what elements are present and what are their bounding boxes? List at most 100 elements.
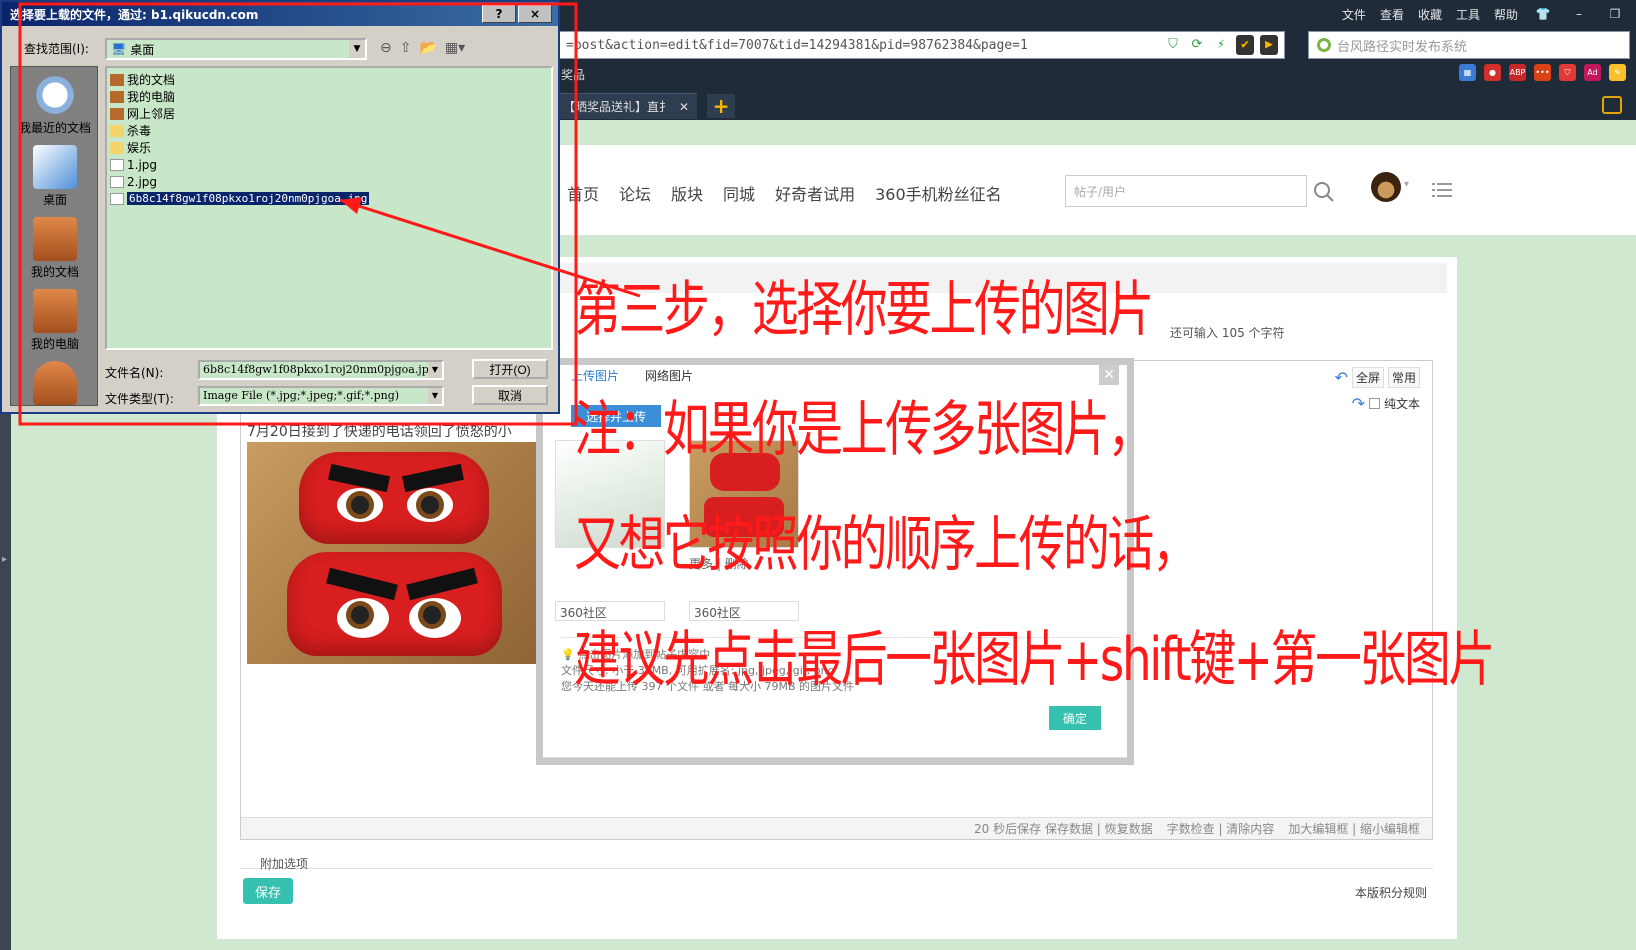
nav-forum[interactable]: 论坛: [619, 181, 651, 205]
filename-input[interactable]: 6b8c14f8gw1f08pkxo1roj20nm0pjgoa.jpg ▼: [198, 360, 444, 380]
file-item[interactable]: 2.jpg: [110, 173, 548, 190]
nav-home[interactable]: 首页: [567, 181, 599, 205]
list-menu-icon[interactable]: [1432, 182, 1452, 198]
filetype-select[interactable]: Image File (*.jpg;*.jpeg;*.gif;*.png) ▼: [198, 386, 444, 406]
place-label: 我最近的文档: [18, 121, 91, 135]
new-folder-icon[interactable]: 📂: [419, 40, 436, 56]
tab-web-image[interactable]: 网络图片: [645, 367, 693, 384]
resize-tools[interactable]: 加大编辑框 | 缩小编辑框: [1288, 820, 1420, 837]
address-bar[interactable]: =post&action=edit&fid=7007&tid=14294381&…: [555, 31, 1285, 59]
minimize-icon[interactable]: –: [1568, 7, 1590, 21]
place-network[interactable]: [11, 361, 97, 405]
place-computer[interactable]: 我的电脑: [11, 289, 97, 352]
skin-icon[interactable]: 👕: [1532, 7, 1554, 21]
menu-help[interactable]: 帮助: [1494, 6, 1518, 23]
folder-icon: [110, 90, 124, 103]
nav-naming[interactable]: 360手机粉丝征名: [875, 181, 1002, 205]
refresh-icon[interactable]: ⟳: [1188, 35, 1206, 55]
help-button[interactable]: ?: [482, 5, 516, 23]
up-folder-icon[interactable]: ⇧: [400, 40, 412, 56]
tab-list-icon[interactable]: [1602, 96, 1622, 114]
extra-options-link[interactable]: 附加选项: [260, 855, 308, 872]
more-icon[interactable]: •••: [1534, 64, 1551, 81]
save-button[interactable]: 保存: [243, 878, 293, 904]
notes-icon[interactable]: ✎: [1609, 64, 1626, 81]
nav-trial[interactable]: 好奇者试用: [775, 181, 855, 205]
common-button[interactable]: 常用: [1387, 367, 1420, 388]
menu-view[interactable]: 查看: [1380, 6, 1404, 23]
post-image-angry-bird-masks: [247, 442, 544, 664]
chevron-down-icon[interactable]: ▾: [1404, 179, 1409, 190]
lightning-icon[interactable]: ⚡: [1212, 35, 1230, 55]
record-icon[interactable]: ●: [1484, 64, 1501, 81]
menu-file[interactable]: 文件: [1342, 6, 1366, 23]
file-item[interactable]: 娱乐: [110, 139, 548, 156]
dialog-close-button[interactable]: ×: [518, 5, 552, 23]
credit-rule-link[interactable]: 本版积分规则: [1355, 884, 1427, 901]
places-bar: 我最近的文档 桌面 我的文档 我的电脑: [10, 66, 98, 406]
browser-search-box[interactable]: 台风路径实时发布系统: [1308, 31, 1630, 59]
guard-icon[interactable]: ⛉: [1559, 64, 1576, 81]
tab-upload-image[interactable]: 上传图片: [571, 367, 619, 384]
avatar[interactable]: [1371, 172, 1401, 202]
file-item[interactable]: 我的文档: [110, 71, 548, 88]
back-icon[interactable]: ⊖: [380, 40, 392, 56]
divider: [240, 868, 1433, 869]
file-item-selected[interactable]: 6b8c14f8gw1f08pkxo1roj20nm0pjgoa.jpg: [110, 190, 548, 207]
pencil-case-graphic: [287, 552, 502, 656]
file-list[interactable]: 我的文档 我的电脑 网上邻居 杀毒 娱乐 1.jpg 2.jpg 6b8c14f…: [105, 66, 553, 350]
chevron-down-icon[interactable]: ▼: [428, 388, 442, 404]
browser-tab[interactable]: 【晒奖品送礼】直扌 ✕: [555, 93, 698, 119]
adobe-icon[interactable]: Ad: [1584, 64, 1601, 81]
autosave-status[interactable]: 20 秒后保存 保存数据 | 恢复数据: [974, 820, 1153, 837]
char-count-hint: 还可输入 105 个字符: [1170, 326, 1285, 340]
chevron-down-icon[interactable]: ▼: [349, 40, 365, 58]
file-item[interactable]: 杀毒: [110, 122, 548, 139]
undo-icon[interactable]: ↶: [1335, 368, 1348, 387]
menu-favorites[interactable]: 收藏: [1418, 6, 1442, 23]
nav-boards[interactable]: 版块: [671, 181, 703, 205]
place-desktop[interactable]: 桌面: [11, 145, 97, 208]
dialog-title: 选择要上载的文件，通过: b1.qikucdn.com: [10, 8, 259, 22]
tab-close-icon[interactable]: ✕: [679, 100, 689, 114]
nav-local[interactable]: 同城: [723, 181, 755, 205]
file-item[interactable]: 1.jpg: [110, 156, 548, 173]
new-tab-button[interactable]: +: [707, 94, 736, 118]
lookin-select[interactable]: 🖥 桌面 ▼: [105, 38, 367, 60]
thumbnail-tag[interactable]: 360社区: [689, 601, 799, 621]
place-documents[interactable]: 我的文档: [11, 217, 97, 280]
favorites-item[interactable]: 奖品: [561, 66, 585, 83]
redo-icon[interactable]: ↷: [1352, 394, 1365, 413]
file-item[interactable]: 我的电脑: [110, 88, 548, 105]
chevron-down-icon[interactable]: ▼: [428, 362, 442, 378]
editor-tools: ↶ 全屏 常用 ↷ 纯文本: [1335, 367, 1420, 413]
view-menu-icon[interactable]: ▦▾: [445, 40, 465, 56]
plain-text-checkbox[interactable]: [1368, 398, 1380, 409]
place-recent[interactable]: 我最近的文档: [11, 73, 97, 136]
collapse-arrow-icon[interactable]: ▸: [2, 554, 9, 568]
site-search-input[interactable]: 帖子/用户: [1065, 175, 1307, 207]
close-icon[interactable]: ✕: [1099, 365, 1119, 385]
folder-icon: [110, 107, 124, 120]
annotation-step: 第三步，选择你要上传的图片: [574, 275, 1154, 345]
annotation-note: 又想它按照你的顺序上传的话，: [574, 510, 1199, 580]
filetype-label: 文件类型(T):: [105, 392, 174, 406]
apps-icon[interactable]: ▦: [1459, 64, 1476, 81]
go-icon[interactable]: ▶: [1260, 35, 1278, 55]
menu-tools[interactable]: 工具: [1456, 6, 1480, 23]
open-button[interactable]: 打开(O): [472, 359, 548, 379]
text-tools[interactable]: 字数检查 | 清除内容: [1167, 820, 1275, 837]
image-file-icon: [110, 175, 124, 188]
search-icon[interactable]: [1313, 181, 1335, 203]
shield-icon[interactable]: ⛉: [1164, 35, 1182, 55]
adblock-icon[interactable]: ABP: [1509, 64, 1526, 81]
favorite-check-icon[interactable]: ✔: [1236, 35, 1254, 55]
cancel-button[interactable]: 取消: [472, 385, 548, 405]
fullscreen-button[interactable]: 全屏: [1351, 367, 1384, 388]
folder-icon: [110, 124, 124, 137]
restore-icon[interactable]: ❐: [1604, 7, 1626, 21]
file-item[interactable]: 网上邻居: [110, 105, 548, 122]
ok-button[interactable]: 确定: [1049, 706, 1101, 730]
search-engine-icon[interactable]: [1317, 38, 1331, 52]
thumbnail-tag[interactable]: 360社区: [555, 601, 665, 621]
